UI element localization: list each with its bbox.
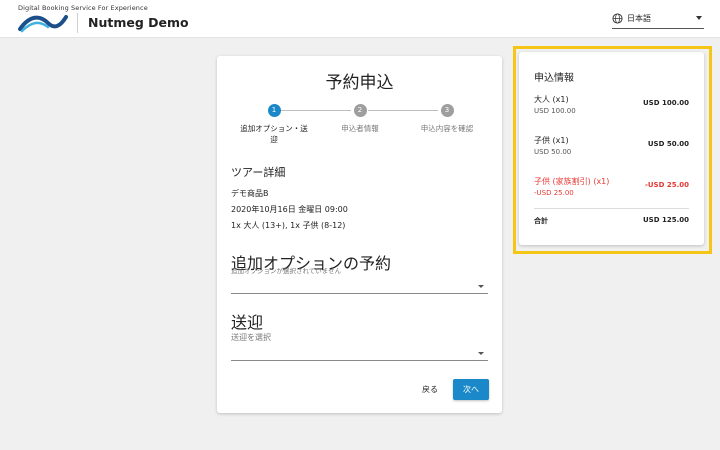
summary-title: 申込情報: [534, 73, 574, 84]
tagline: Digital Booking Service For Experience: [18, 4, 148, 12]
chevron-down-icon: [696, 16, 702, 20]
summary-divider: [534, 208, 689, 209]
page-title: 予約申込: [325, 73, 394, 93]
product-name: デモ商品B: [231, 189, 269, 198]
line-item-amount: USD 50.00: [647, 140, 689, 148]
total-label: 合計: [534, 217, 548, 225]
step-number: 1: [267, 104, 281, 117]
line-item: 大人 (x1) USD 100.00 USD 100.00: [534, 94, 689, 115]
language-select[interactable]: 日本語: [612, 9, 704, 29]
line-item-amount: USD 100.00: [643, 99, 689, 107]
addon-hint: 追加オプションが選択されていません: [231, 267, 342, 275]
wave-logo-icon[interactable]: [18, 13, 68, 33]
order-summary-card: 申込情報 大人 (x1) USD 100.00 USD 100.00 子供 (x…: [519, 52, 704, 245]
step-label: 申込内容を確認: [420, 124, 474, 133]
total-amount: USD 125.00: [643, 216, 689, 224]
app-header: Digital Booking Service For Experience N…: [0, 0, 720, 38]
step-label: 申込者情報: [341, 124, 379, 133]
participants: 1x 大人 (13+), 1x 子供 (8-12): [231, 221, 346, 230]
transfer-section-title: 送迎: [231, 313, 264, 332]
tour-details-section: ツアー詳細 デモ商品B 2020年10月16日 金曜日 09:00 1x 大人 …: [231, 164, 348, 234]
step-3: 3 申込内容を確認: [407, 104, 487, 134]
language-label: 日本語: [627, 14, 651, 23]
line-item-unit-price: -USD 25.00: [534, 189, 574, 197]
line-item-discount: 子供 (家族割引) (x1) -USD 25.00 -USD 25.00: [534, 176, 689, 197]
logo-divider: [77, 13, 78, 33]
transfer-select[interactable]: 送迎を選択: [231, 332, 488, 361]
line-item-amount: -USD 25.00: [644, 181, 689, 189]
tour-datetime: 2020年10月16日 金曜日 09:00: [231, 205, 348, 214]
brand-name[interactable]: Nutmeg Demo: [88, 15, 189, 30]
step-number: 3: [440, 104, 454, 117]
line-item-unit-price: USD 100.00: [534, 107, 576, 115]
back-button[interactable]: 戻る: [415, 380, 445, 400]
next-button[interactable]: 次へ: [453, 379, 489, 400]
globe-icon: [612, 13, 623, 24]
step-2: 2 申込者情報: [320, 104, 400, 134]
transfer-placeholder: 送迎を選択: [231, 333, 271, 342]
chevron-down-icon: [478, 285, 484, 288]
booking-form-card: 予約申込 1 追加オプション・送迎 2 申込者情報 3 申込内容を確認 ツアー詳…: [217, 56, 502, 413]
addon-select[interactable]: 追加オプションが選択されていません: [231, 265, 488, 294]
step-1: 1 追加オプション・送迎: [234, 104, 314, 145]
step-number: 2: [353, 104, 367, 117]
line-item: 子供 (x1) USD 50.00 USD 50.00: [534, 135, 689, 156]
booking-stepper: 1 追加オプション・送迎 2 申込者情報 3 申込内容を確認: [217, 104, 502, 154]
chevron-down-icon: [478, 352, 484, 355]
tour-details-title: ツアー詳細: [231, 166, 286, 179]
step-label: 追加オプション・送迎: [240, 124, 308, 144]
line-item-unit-price: USD 50.00: [534, 148, 572, 156]
